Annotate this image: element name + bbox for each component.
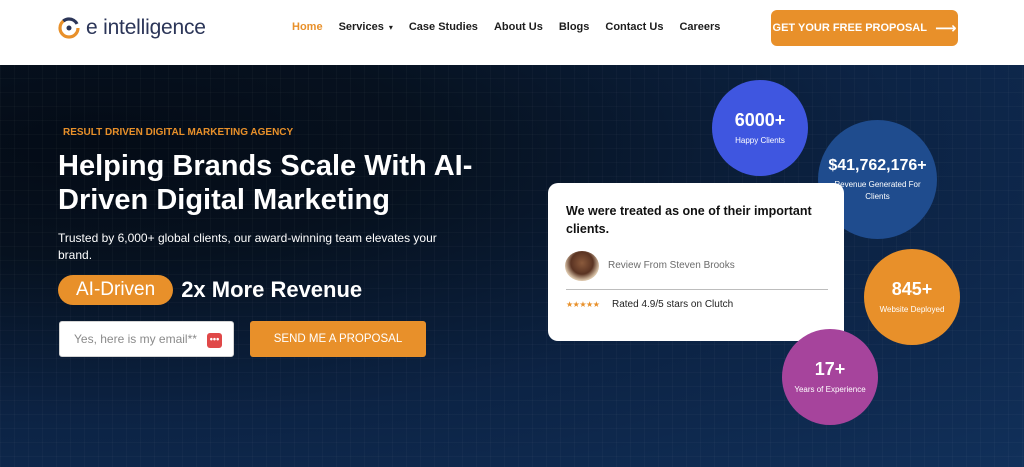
password-manager-icon[interactable]: ••• — [207, 333, 222, 348]
reviewer-name: Review From Steven Brooks — [608, 260, 735, 271]
stat-websites-label: Website Deployed — [879, 304, 945, 314]
nav-home[interactable]: Home — [292, 21, 323, 33]
rating-text: Rated 4.9/5 stars on Clutch — [612, 299, 734, 310]
logo[interactable]: e intelligence — [58, 16, 206, 40]
hero-eyebrow: RESULT DRIVEN DIGITAL MARKETING AGENCY — [63, 127, 294, 138]
nav-blogs[interactable]: Blogs — [559, 21, 590, 33]
nav-services[interactable]: Services ▾ — [339, 21, 393, 33]
review-quote: We were treated as one of their importan… — [566, 204, 812, 236]
stat-years-value: 17+ — [814, 358, 846, 379]
star-rating-icon: ★★★★★ — [566, 300, 600, 309]
nav-case-studies[interactable]: Case Studies — [409, 21, 478, 33]
main-nav: Home Services ▾ Case Studies About Us Bl… — [292, 21, 736, 33]
divider — [566, 289, 828, 290]
nav-services-label: Services — [338, 21, 384, 33]
stat-years-label: Years of Experience — [794, 384, 866, 394]
stat-revenue-value: $41,762,176+ — [828, 156, 927, 174]
stat-years: 17+ Years of Experience — [782, 329, 878, 425]
nav-about-us[interactable]: About Us — [494, 21, 543, 33]
site-header: e intelligence Home Services ▾ Case Stud… — [0, 0, 1024, 65]
review-card: We were treated as one of their importan… — [548, 183, 844, 341]
hero-headline: Helping Brands Scale With AI-Driven Digi… — [58, 150, 473, 216]
nav-careers[interactable]: Careers — [679, 21, 720, 33]
stat-websites-value: 845+ — [891, 278, 933, 299]
chevron-down-icon: ▾ — [388, 22, 393, 32]
hero-subtext: Trusted by 6,000+ global clients, our aw… — [58, 231, 437, 262]
get-free-proposal-label: GET YOUR FREE PROPOSAL — [772, 22, 927, 34]
arrow-right-icon: ⟶ — [934, 20, 957, 37]
hero-tagline: AI-Driven 2x More Revenue — [58, 275, 362, 305]
send-proposal-button[interactable]: SEND ME A PROPOSAL — [250, 321, 426, 357]
stat-websites: 845+ Website Deployed — [864, 249, 960, 345]
get-free-proposal-button[interactable]: GET YOUR FREE PROPOSAL ⟶ — [771, 10, 958, 46]
tagline-text: 2x More Revenue — [181, 277, 363, 302]
stat-clients-label: Happy Clients — [735, 135, 785, 145]
avatar — [565, 251, 599, 281]
nav-contact-us[interactable]: Contact Us — [605, 21, 663, 33]
stat-clients: 6000+ Happy Clients — [712, 80, 808, 176]
stat-clients-value: 6000+ — [734, 109, 786, 130]
brand-name: e intelligence — [86, 16, 206, 39]
hero-section: RESULT DRIVEN DIGITAL MARKETING AGENCY H… — [0, 65, 1024, 467]
email-input[interactable] — [60, 322, 200, 356]
ai-driven-pill: AI-Driven — [58, 275, 174, 305]
logo-icon — [58, 17, 80, 39]
email-field-wrapper: ••• — [59, 321, 234, 357]
